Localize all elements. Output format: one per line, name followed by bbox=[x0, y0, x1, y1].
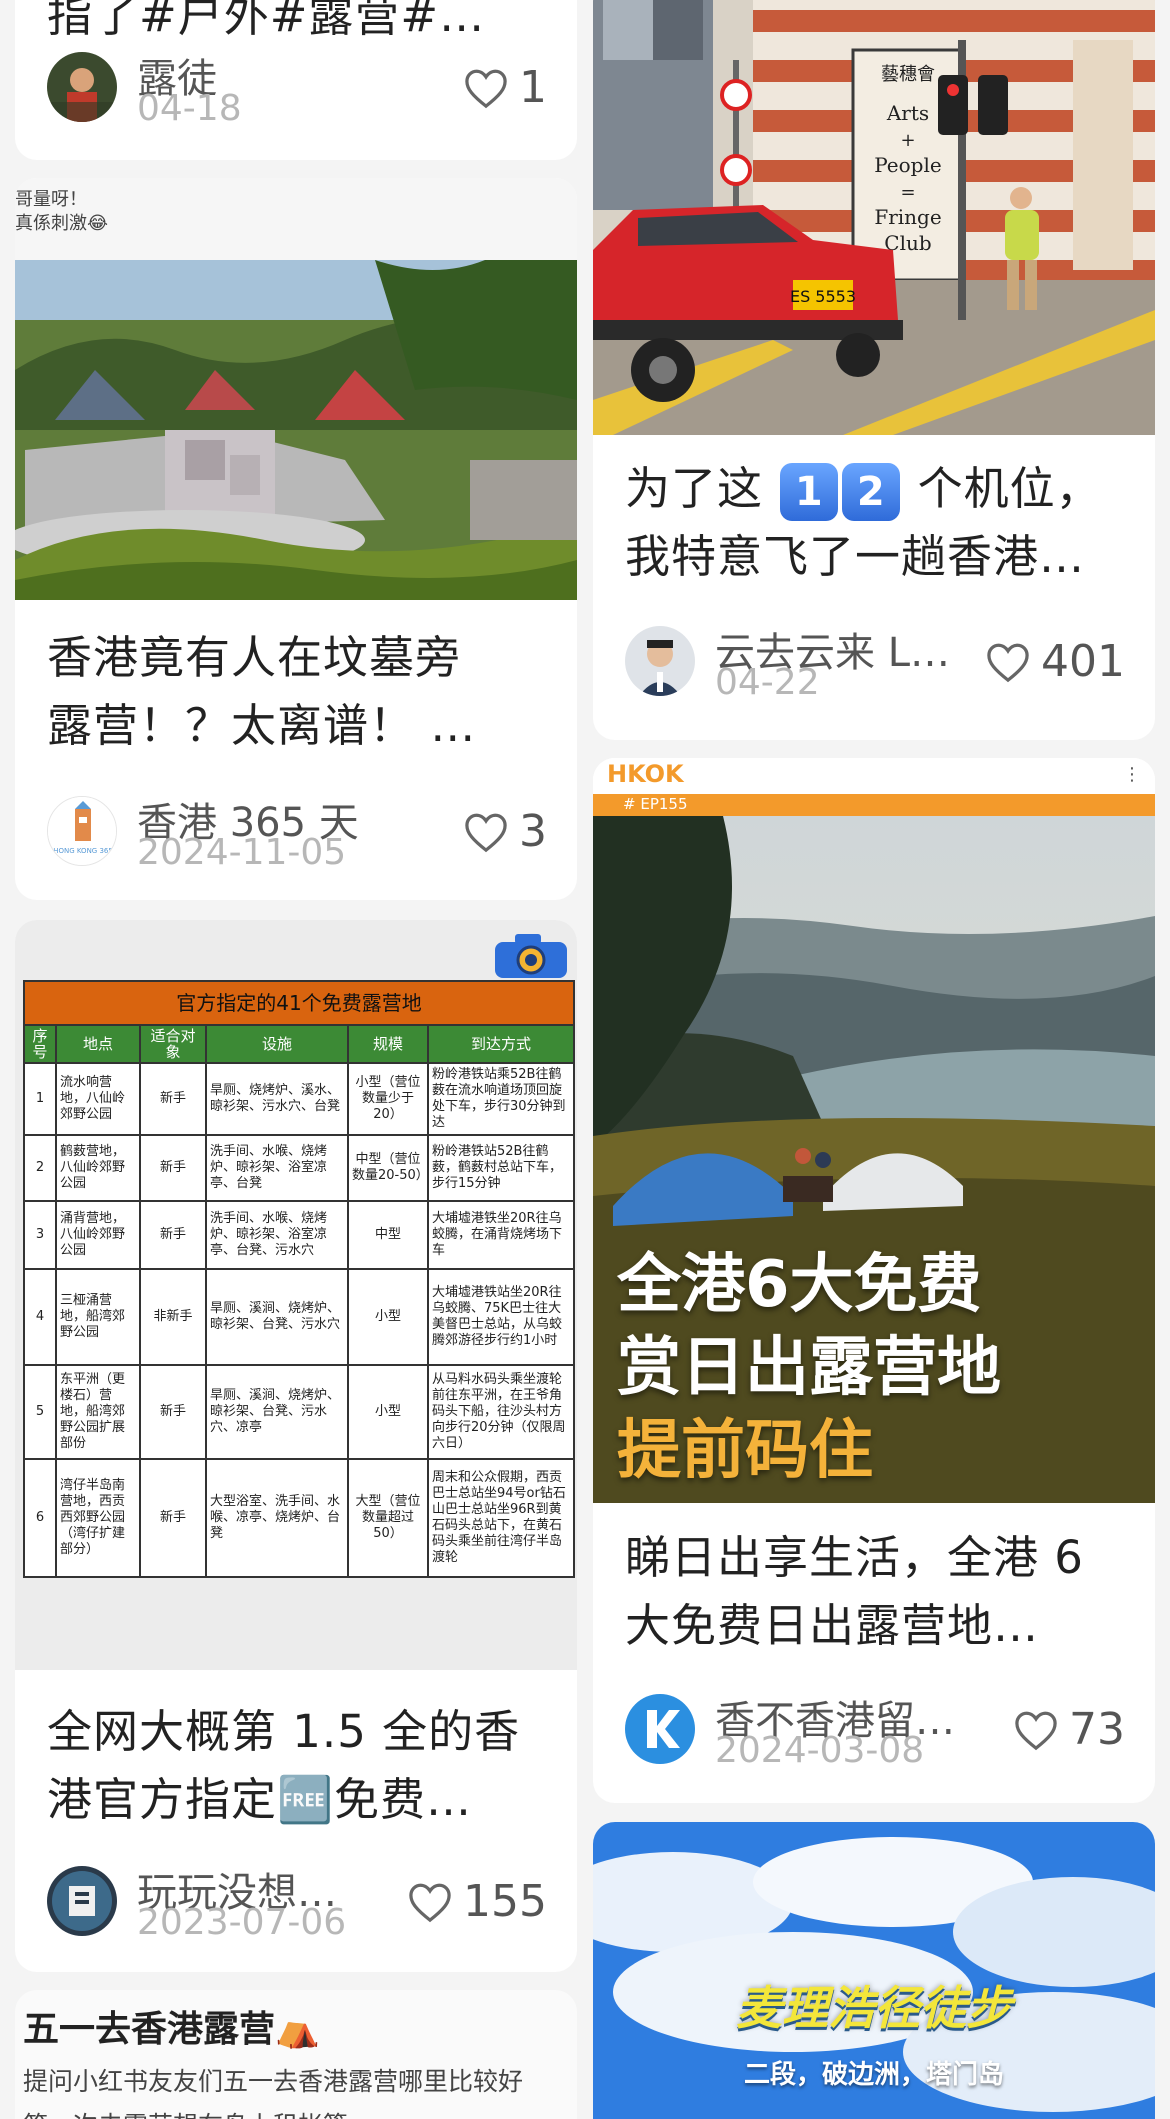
like-button[interactable]: 401 bbox=[985, 636, 1125, 687]
note-card[interactable]: 麦理浩径徒步 二段，破边洲，塔门岛 bbox=[593, 1822, 1155, 2119]
note-title: 香港竟有人在坟墓旁 露营！？太离谱！ … bbox=[47, 631, 477, 752]
table-caption: 官方指定的41个免费露营地 bbox=[23, 980, 575, 1026]
table-header: 规模 bbox=[347, 1024, 429, 1064]
note-title: 全网大概第 1.5 全的香 港官方指定🆓免费… bbox=[47, 1705, 521, 1826]
image-overlay-subtitle: 二段，破边洲，塔门岛 bbox=[743, 2060, 1004, 2090]
svg-text:+: + bbox=[900, 130, 915, 151]
note-card[interactable]: HKOK ⋮ # EP155 全港6大免费 赏日出露营地 提前码住 睇日出享生活… bbox=[593, 758, 1155, 1803]
author-avatar[interactable]: HONG KONG 365 bbox=[47, 796, 117, 866]
like-button[interactable]: 3 bbox=[463, 806, 547, 857]
image-overlay-line: 全港6大免费 bbox=[617, 1248, 982, 1322]
note-card[interactable]: 指了#户外#露营#… 露徒 04-18 1 bbox=[15, 0, 577, 160]
post-date: 04-18 bbox=[137, 88, 242, 129]
image-overlay-line: 提前码住 bbox=[617, 1414, 873, 1488]
note-meta: 露徒 04-18 1 bbox=[47, 46, 547, 129]
table-header: 地点 bbox=[55, 1024, 141, 1064]
note-cover-image: 藝穗會 Arts + People = Fringe Club ES 5553 bbox=[593, 0, 1155, 435]
like-button[interactable]: 73 bbox=[1013, 1704, 1125, 1755]
note-meta: 香不香港留… 2024-03-08 73 bbox=[625, 1688, 1125, 1771]
image-header-bar: HKOK ⋮ bbox=[593, 758, 1155, 794]
image-overlay-title: 麦理浩径徒步 bbox=[736, 1981, 1012, 2035]
post-date: 04-22 bbox=[715, 662, 820, 703]
note-title: 为了这 12 个机位， 我特意飞了一趟香港… bbox=[625, 462, 1102, 583]
svg-text:HONG KONG 365: HONG KONG 365 bbox=[53, 847, 113, 855]
note-meta: 云去云来 L… 04-22 401 bbox=[625, 620, 1125, 703]
like-button[interactable]: 1 bbox=[463, 62, 547, 113]
note-card[interactable]: 藝穗會 Arts + People = Fringe Club ES 5553 … bbox=[593, 0, 1155, 740]
table-header: 序号 bbox=[23, 1024, 57, 1064]
like-count: 1 bbox=[519, 62, 547, 113]
post-date: 2023-07-06 bbox=[137, 1902, 347, 1943]
heart-icon bbox=[1015, 1711, 1057, 1750]
table-row: 2 鹤薮营地，八仙岭郊野公园 新手 洗手间、水喉、烧烤炉、晾衫架、浴室凉亭、台凳 中型（… bbox=[23, 1134, 575, 1202]
post-date: 2024-11-05 bbox=[137, 832, 347, 873]
note-cover-image: HKOK ⋮ # EP155 全港6大免费 赏日出露营地 提前码住 bbox=[593, 758, 1155, 1503]
note-title: 睇日出享生活，全港 6 大免费日出露营地… bbox=[625, 1531, 1084, 1652]
post-date: 2024-03-08 bbox=[715, 1730, 925, 1771]
image-overlay-line: 赏日出露营地 bbox=[617, 1331, 1001, 1405]
note-meta: 玩玩没想… 2023-07-06 155 bbox=[47, 1860, 547, 1943]
note-card[interactable]: 五一去香港露营⛺ 提问小红书友友们五一去香港露营哪里比较好 第一次去露营想在岛上… bbox=[15, 1990, 577, 2119]
table-row: 4 三桠涌营地，船湾郊野公园 非新手 旱厕、溪涧、烧烤炉、晾衫架、台凳、污水穴 小型 大埔… bbox=[23, 1268, 575, 1366]
svg-text:ES 5553: ES 5553 bbox=[790, 287, 856, 306]
table-row: 3 涌背营地，八仙岭郊野公园 新手 洗手间、水喉、烧烤炉、晾衫架、浴室凉亭、台凳、污水… bbox=[23, 1200, 575, 1270]
table-row: 5 东平洲（更楼石）营地，船湾郊野公园扩展部份 新手 旱厕、溪涧、烧烤炉、晾衫架、台凳… bbox=[23, 1364, 575, 1460]
camera-icon bbox=[495, 934, 567, 978]
svg-text:People: People bbox=[874, 153, 941, 177]
note-meta: HONG KONG 365 香港 365 天 2024-11-05 3 bbox=[47, 790, 547, 873]
table-header: 适合对象 bbox=[139, 1024, 207, 1064]
note-card[interactable]: 哥量呀！ 真係刺激😂 香港竟有人在坟墓旁 露营！？太离谱！ … HONG KON… bbox=[15, 178, 577, 900]
svg-text:=: = bbox=[900, 182, 915, 203]
table-row: 1 流水响营地，八仙岭郊野公园 新手 旱厕、烧烤炉、溪水、晾衫架、污水穴、台凳 小型（营… bbox=[23, 1062, 575, 1136]
table-row: 6 湾仔半岛南营地，西贡西郊野公园（湾仔扩建部分） 新手 大型浴室、洗手间、水喉、凉亭… bbox=[23, 1458, 575, 1578]
note-title: 指了#户外#露营#… bbox=[47, 0, 486, 42]
heart-icon bbox=[465, 813, 507, 852]
svg-text:Arts: Arts bbox=[886, 101, 929, 125]
table-header: 设施 bbox=[205, 1024, 349, 1064]
note-cover-image: 麦理浩径徒步 二段，破边洲，塔门岛 bbox=[593, 1822, 1155, 2119]
like-button[interactable]: 155 bbox=[407, 1876, 547, 1927]
image-tag-bar: # EP155 bbox=[593, 794, 1155, 816]
author-avatar[interactable] bbox=[47, 52, 117, 122]
like-count: 155 bbox=[463, 1876, 547, 1927]
like-count: 73 bbox=[1069, 1704, 1125, 1755]
table-header: 到达方式 bbox=[427, 1024, 575, 1064]
heart-icon bbox=[987, 643, 1029, 682]
author-avatar[interactable] bbox=[47, 1866, 117, 1936]
note-cover-image: 官方指定的41个免费露营地 序号 地点 适合对象 设施 规模 到达方式 1 流水响… bbox=[15, 920, 577, 1670]
svg-text:藝穗會: 藝穗會 bbox=[881, 64, 935, 85]
author-avatar[interactable] bbox=[625, 626, 695, 696]
like-count: 401 bbox=[1041, 636, 1125, 687]
digit-two-emoji: 2 bbox=[842, 463, 901, 521]
text-note-title: 五一去香港露营⛺ bbox=[23, 2009, 320, 2050]
campsite-table: 官方指定的41个免费露营地 序号 地点 适合对象 设施 规模 到达方式 1 流水响… bbox=[23, 980, 575, 1578]
image-caption: 哥量呀！ 真係刺激😂 bbox=[15, 189, 109, 234]
note-cover-image: 哥量呀！ 真係刺激😂 bbox=[15, 178, 577, 600]
heart-icon bbox=[409, 1883, 451, 1922]
like-count: 3 bbox=[519, 806, 547, 857]
svg-text:Fringe: Fringe bbox=[874, 205, 941, 229]
more-icon: ⋮ bbox=[1123, 764, 1141, 785]
digit-one-emoji: 1 bbox=[780, 463, 839, 521]
text-note-body: 提问小红书友友们五一去香港露营哪里比较好 第一次去露营想在岛上租帐篷 bbox=[23, 2067, 524, 2119]
heart-icon bbox=[465, 69, 507, 108]
author-avatar[interactable] bbox=[625, 1694, 695, 1764]
note-card[interactable]: 官方指定的41个免费露营地 序号 地点 适合对象 设施 规模 到达方式 1 流水响… bbox=[15, 920, 577, 1972]
